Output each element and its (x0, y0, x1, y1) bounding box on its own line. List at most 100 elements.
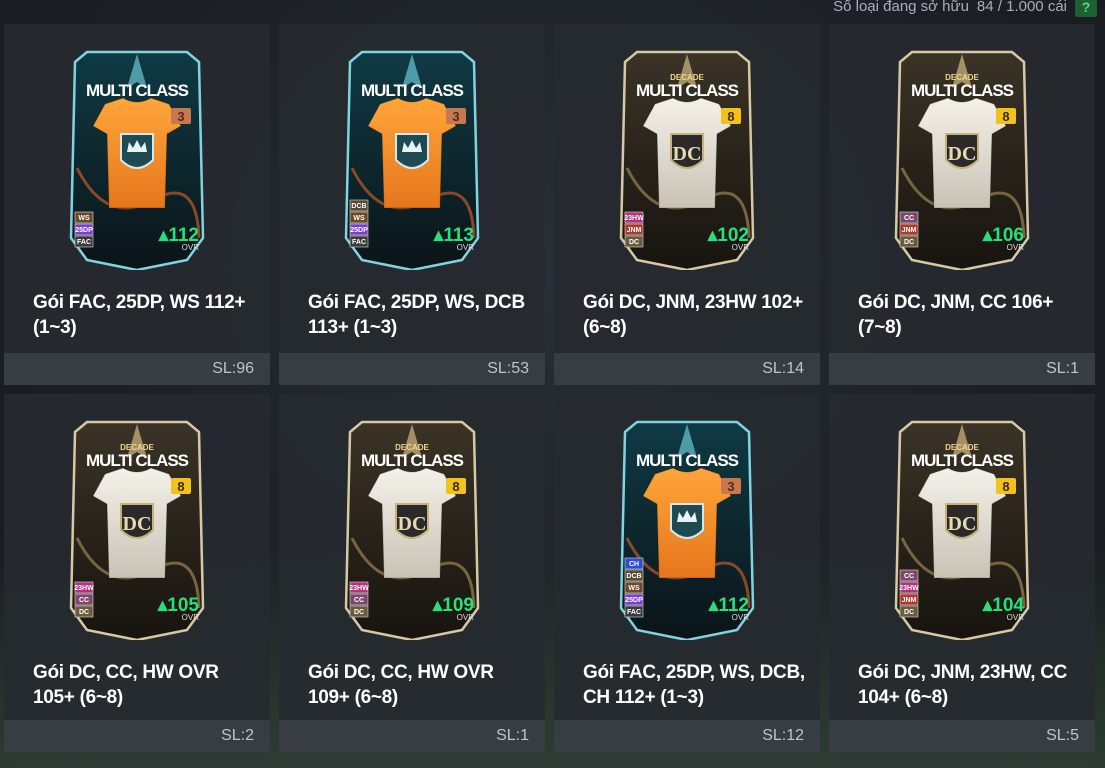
pack-footer: SL:2 (4, 720, 270, 752)
class-chip-text: FAC (352, 239, 366, 246)
class-chip-text: DC (79, 609, 89, 616)
pack-title: Gói DC, JNM, 23HW 102+ (6~8) (583, 292, 803, 338)
crest-monogram: DC (398, 513, 427, 535)
class-chip-text: CC (79, 597, 89, 604)
class-chip-text: CH (629, 561, 639, 568)
pack-title: Gói DC, JNM, CC 106+ (7~8) (858, 292, 1054, 338)
class-chip-text: CC (354, 597, 364, 604)
level-badge-text: 3 (177, 109, 184, 124)
class-chip-text: DCB (351, 203, 366, 210)
owned-label: Số loại đang sở hữu (833, 0, 969, 15)
class-chip-text: WS (628, 585, 640, 592)
ovr-label: OVR (457, 243, 475, 252)
pack-image: MULTI CLASS 3 CH DCB WS 25DP FAC ▴112 OVR (554, 394, 820, 649)
pack-title: Gói DC, CC, HW OVR 105+ (6~8) (33, 662, 219, 708)
class-chip-text: JNM (902, 227, 917, 234)
level-badge-text: 8 (1002, 479, 1009, 494)
pack-image: DECADE MULTI CLASS DC 8 CC JNM DC ▴106 OVR (829, 24, 1095, 279)
card-class-label: MULTI CLASS (911, 451, 1014, 470)
pack-tile[interactable]: DECADE MULTI CLASS DC 8 23HW JNM DC ▴102 OVR Gói… (554, 24, 820, 385)
pack-footer: SL:12 (554, 720, 820, 752)
owned-count: 84 / 1.000 cái (976, 0, 1067, 15)
pack-image: DECADE MULTI CLASS DC 8 23HW JNM DC ▴102 OVR (554, 24, 820, 279)
class-chip-text: DC (354, 609, 364, 616)
class-chip-text: DC (904, 239, 914, 246)
class-chip-text: 23HW (899, 585, 919, 592)
pack-title: Gói DC, CC, HW OVR 109+ (6~8) (308, 662, 494, 708)
class-chip-text: 23HW (74, 585, 94, 592)
help-icon[interactable]: ? (1075, 0, 1097, 17)
class-chip-text: DCB (626, 573, 641, 580)
class-chip-text: FAC (77, 239, 91, 246)
ovr-label: OVR (732, 613, 750, 622)
class-chip-text: CC (904, 215, 914, 222)
pack-card-art: DECADEMULTI CLASSDC823HWCCDC ▴105OVR (69, 420, 205, 640)
class-chip-text: FAC (627, 609, 641, 616)
class-chip-text: 25DP (75, 227, 93, 234)
card-class-label: MULTI CLASS (636, 81, 739, 100)
crest-monogram: DC (948, 513, 977, 535)
pack-tile[interactable]: DECADE MULTI CLASS DC 8 23HW CC DC ▴105 OVR Gói … (4, 394, 270, 752)
pack-quantity: SL:2 (221, 727, 254, 744)
card-class-label: MULTI CLASS (361, 81, 464, 100)
pack-title: Gói FAC, 25DP, WS, DCB 113+ (1~3) (308, 292, 525, 338)
crest-monogram: DC (673, 143, 702, 165)
pack-footer: SL:1 (829, 353, 1095, 385)
pack-tile[interactable]: MULTI CLASS 3 DCB WS 25DP FAC ▴113 OVR Gói FAC,… (279, 24, 545, 385)
class-chip-text: 25DP (350, 227, 368, 234)
level-badge-text: 3 (452, 109, 459, 124)
pack-quantity: SL:12 (762, 727, 804, 744)
pack-tile[interactable]: DECADE MULTI CLASS DC 8 CC 23HW JNM DC ▴104 OVR G… (829, 394, 1095, 752)
class-chip-text: 23HW (349, 585, 369, 592)
pack-tile[interactable]: MULTI CLASS 3 WS 25DP FAC ▴112 OVR Gói FAC, 25… (4, 24, 270, 385)
ovr-label: OVR (1007, 243, 1025, 252)
card-class-label: MULTI CLASS (911, 81, 1014, 100)
class-chip-text: WS (353, 215, 365, 222)
card-class-label: MULTI CLASS (86, 451, 189, 470)
class-chip-text: DC (904, 609, 914, 616)
pack-card-art: DECADEMULTI CLASSDC823HWJNMDC ▴102OVR (619, 50, 755, 270)
pack-image: MULTI CLASS 3 WS 25DP FAC ▴112 OVR (4, 24, 270, 279)
pack-quantity: SL:1 (1046, 360, 1079, 377)
card-class-label: MULTI CLASS (361, 451, 464, 470)
card-class-label: MULTI CLASS (636, 451, 739, 470)
pack-title: Gói FAC, 25DP, WS 112+ (1~3) (33, 292, 246, 338)
pack-card-art: DECADEMULTI CLASSDC823HWCCDC ▴109OVR (344, 420, 480, 640)
pack-footer: SL:53 (279, 353, 545, 385)
class-chip-text: 23HW (624, 215, 644, 222)
pack-card-art: DECADEMULTI CLASSDC8CCJNMDC ▴106OVR (894, 50, 1030, 270)
ovr-label: OVR (732, 243, 750, 252)
level-badge-text: 8 (727, 109, 734, 124)
pack-image: DECADE MULTI CLASS DC 8 CC 23HW JNM DC ▴104 OVR (829, 394, 1095, 649)
pack-footer: SL:1 (279, 720, 545, 752)
pack-card-art: MULTI CLASS3WS25DPFAC ▴112OVR (69, 50, 205, 270)
owned-counter-bar: Số loại đang sở hữu 84 / 1.000 cái ? (833, 0, 1105, 20)
pack-title: Gói FAC, 25DP, WS, DCB, CH 112+ (1~3) (583, 662, 805, 708)
pack-quantity: SL:5 (1046, 727, 1079, 744)
pack-image: DECADE MULTI CLASS DC 8 23HW CC DC ▴105 OVR (4, 394, 270, 649)
ovr-label: OVR (457, 613, 475, 622)
ovr-label: OVR (1007, 613, 1025, 622)
pack-tile[interactable]: MULTI CLASS 3 CH DCB WS 25DP FAC ▴112 OVR Gói FA… (554, 394, 820, 752)
pack-tile[interactable]: DECADE MULTI CLASS DC 8 CC JNM DC ▴106 OVR Gói D… (829, 24, 1095, 385)
class-chip-text: DC (629, 239, 639, 246)
pack-tile[interactable]: DECADE MULTI CLASS DC 8 23HW CC DC ▴109 OVR Gói … (279, 394, 545, 752)
pack-card-art: MULTI CLASS3DCBWS25DPFAC ▴113OVR (344, 50, 480, 270)
pack-quantity: SL:14 (762, 360, 804, 377)
class-chip-text: WS (78, 215, 90, 222)
card-class-label: MULTI CLASS (86, 81, 189, 100)
class-chip-text: JNM (902, 597, 917, 604)
pack-footer: SL:14 (554, 353, 820, 385)
pack-card-art: MULTI CLASS3CHDCBWS25DPFAC ▴112OVR (619, 420, 755, 640)
pack-grid: MULTI CLASS 3 WS 25DP FAC ▴112 OVR Gói FAC, 25… (4, 24, 1095, 756)
pack-image: MULTI CLASS 3 DCB WS 25DP FAC ▴113 OVR (279, 24, 545, 279)
level-badge-text: 8 (177, 479, 184, 494)
pack-image: DECADE MULTI CLASS DC 8 23HW CC DC ▴109 OVR (279, 394, 545, 649)
class-chip-text: 25DP (625, 597, 643, 604)
pack-card-art: DECADEMULTI CLASSDC8CC23HWJNMDC ▴104OVR (894, 420, 1030, 640)
crest-monogram: DC (948, 143, 977, 165)
class-chip-text: JNM (627, 227, 642, 234)
ovr-label: OVR (182, 243, 200, 252)
level-badge-text: 8 (1002, 109, 1009, 124)
pack-quantity: SL:1 (496, 727, 529, 744)
